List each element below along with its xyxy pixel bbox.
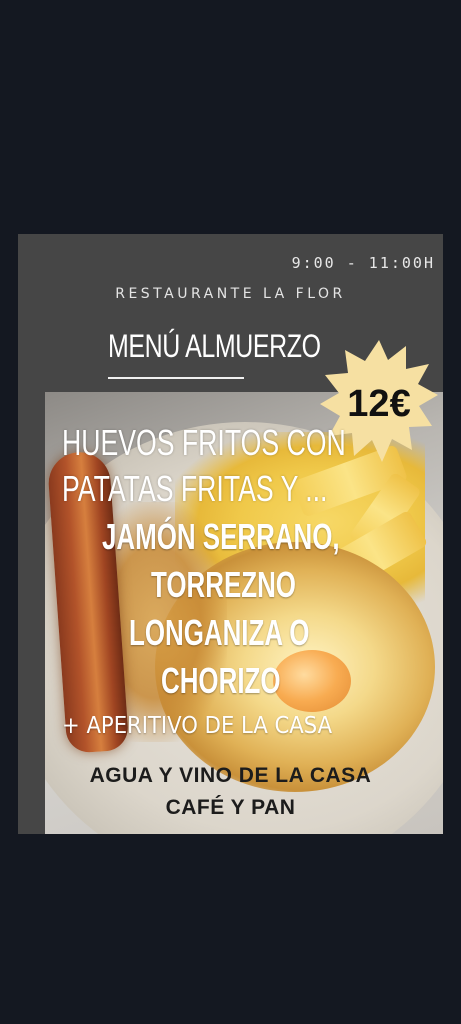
screen: 9:00 - 11:00H RESTAURANTE LA FLOR MENÚ A… — [0, 0, 461, 1024]
restaurant-name: RESTAURANTE LA FLOR — [115, 286, 346, 302]
extra-jamon: JAMÓN SERRANO, — [102, 516, 340, 557]
included-coffee-bread: CAFÉ Y PAN — [165, 796, 296, 819]
menu-poster-image[interactable]: 9:00 - 11:00H RESTAURANTE LA FLOR MENÚ A… — [18, 234, 443, 834]
dish-line-2: PATATAS FRITAS Y ... — [62, 468, 328, 509]
extra-longaniza: LONGANIZA O — [129, 612, 310, 653]
aperitivo-text: + APERITIVO DE LA CASA — [62, 713, 333, 739]
hours-text: 9:00 - 11:00H — [291, 254, 435, 272]
extra-chorizo: CHORIZO — [161, 660, 281, 701]
title-underline — [108, 377, 244, 379]
dish-line-1: HUEVOS FRITOS CON — [62, 422, 346, 463]
egg-yolk — [273, 650, 351, 712]
extra-torrezno: TORREZNO — [151, 564, 296, 605]
included-drinks: AGUA Y VINO DE LA CASA — [89, 764, 372, 787]
menu-title: MENÚ ALMUERZO — [108, 328, 321, 364]
